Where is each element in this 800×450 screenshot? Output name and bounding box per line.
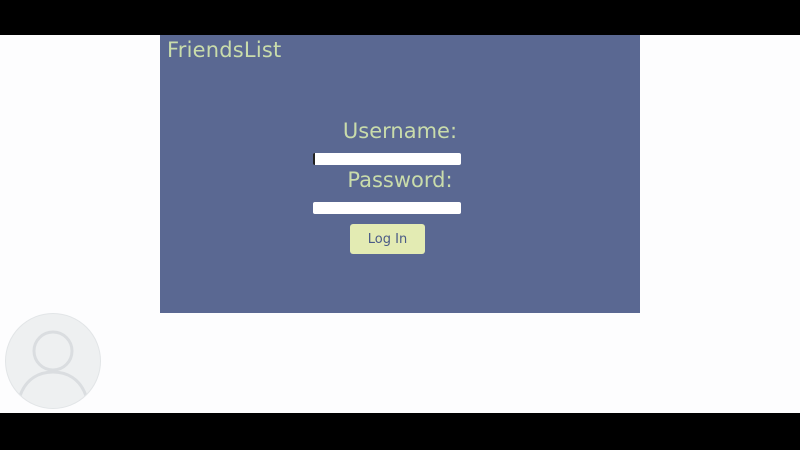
password-input[interactable] xyxy=(313,202,461,214)
username-input[interactable] xyxy=(313,153,461,165)
app-viewport: FriendsList Username: Password: Log In xyxy=(0,35,800,413)
password-label: Password: xyxy=(347,168,453,192)
username-label: Username: xyxy=(342,119,458,143)
login-form: Username: Password: Log In xyxy=(160,35,640,313)
letterbox-top-bar xyxy=(0,0,800,35)
avatar xyxy=(5,313,101,409)
login-panel: FriendsList Username: Password: Log In xyxy=(160,35,640,313)
login-button[interactable]: Log In xyxy=(350,224,425,254)
letterbox-bottom-bar xyxy=(0,413,800,450)
user-silhouette-icon xyxy=(18,330,88,397)
